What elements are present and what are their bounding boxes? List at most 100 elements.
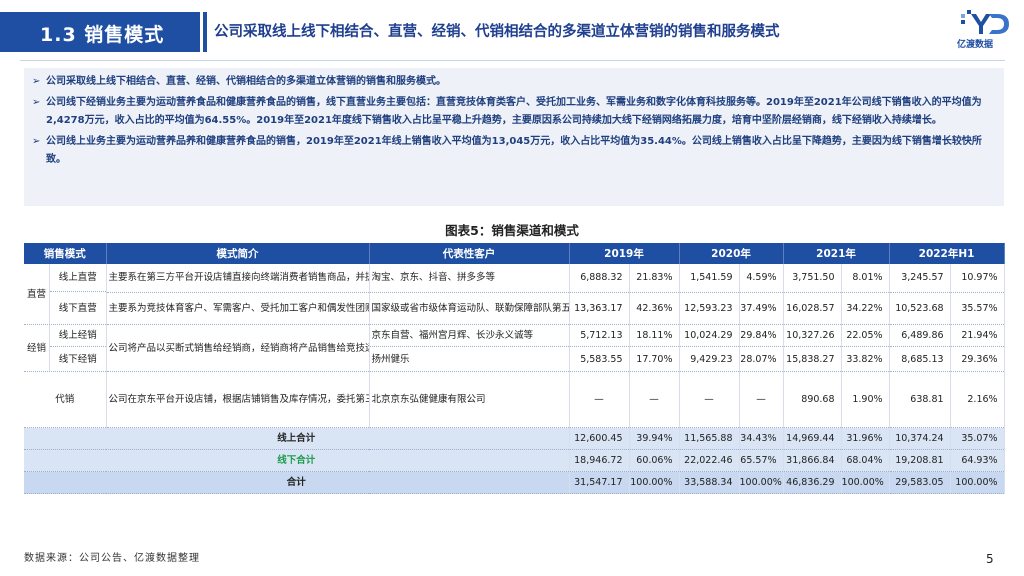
share-cell: 8.01% (841, 264, 890, 293)
share-cell: 64.93% (950, 449, 1005, 472)
value-cell: 33,588.34 (679, 471, 740, 494)
page-number: 5 (986, 552, 994, 566)
customer-cell: 国家级或省市级体育运动队、联勤保障部队第五采购服务站、幸福能量公司等 (369, 292, 570, 326)
bullet-text: 公司采取线上线下相结合、直营、经销、代销相结合的多渠道立体营销的销售和服务模式。 (46, 76, 446, 87)
section-badge: 1.3 销售模式 (0, 12, 200, 52)
value-cell: 19,208.81 (889, 449, 951, 472)
summary-label: 线上合计 (24, 427, 570, 450)
page-title: 公司采取线上线下相结合、直营、经销、代销相结合的多渠道立体营销的销售和服务模式 (214, 24, 780, 40)
share-cell: 34.43% (739, 427, 784, 450)
section-title: 1.3 销售模式 (40, 24, 165, 46)
share-cell: 35.57% (950, 292, 1005, 326)
value-cell: 31,866.84 (783, 449, 842, 472)
value-cell: 6,888.32 (569, 264, 630, 293)
data-source-note: 数据来源：公司公告、亿渡数据整理 (24, 553, 200, 564)
value-cell: 12,593.23 (679, 292, 740, 326)
logo-icon (961, 10, 1009, 34)
value-cell: 3,245.57 (889, 264, 951, 293)
share-cell: — (629, 371, 680, 428)
value-cell: 1,541.59 (679, 264, 740, 293)
share-cell: 37.49% (739, 292, 784, 326)
value-cell: 10,523.68 (889, 292, 951, 326)
share-cell: 10.97% (950, 264, 1005, 293)
brand-logo: 亿渡数据 (955, 8, 1015, 50)
value-cell: 10,374.24 (889, 427, 951, 450)
bullet-item: ➢ 公司采取线上线下相结合、直营、经销、代销相结合的多渠道立体营销的销售和服务模… (32, 73, 994, 91)
share-cell: 31.96% (841, 427, 890, 450)
share-cell: 100.00% (629, 471, 680, 494)
share-cell: 33.82% (841, 346, 890, 372)
col-header-2019: 2019年 (569, 243, 680, 264)
value-cell: — (679, 371, 740, 428)
figure-title: 图表5：销售渠道和模式 (445, 223, 579, 238)
value-cell: 22,022.46 (679, 449, 740, 472)
value-cell: 46,836.29 (783, 471, 842, 494)
sales-channel-table: 销售模式 模式简介 代表性客户 2019年 2020年 2021年 2022年H… (24, 243, 1005, 494)
summary-row-offline: 线下合计 18,946.72 60.06% 22,022.46 65.57% 3… (24, 449, 1005, 472)
table-row: 主要系为竞技体育客户、军需客户、受托加工客户和偶发性团购客户等提供运动营养、健康… (24, 292, 1005, 326)
bullet-text: 公司线上业务主要为运动营养品养和健康营养食品的销售，2019年至2021年线上销… (46, 136, 982, 165)
share-cell: 2.16% (950, 371, 1005, 428)
logo-text: 亿渡数据 (957, 40, 994, 50)
value-cell: 10,024.29 (679, 324, 740, 348)
share-cell: 35.07% (950, 427, 1005, 450)
group-label: 代销 (24, 371, 107, 428)
value-cell: 12,600.45 (569, 427, 630, 450)
mode-desc: 主要系为竞技体育客户、军需客户、受托加工客户和偶发性团购客户等提供运动营养、健康… (106, 292, 370, 326)
share-cell: 60.06% (629, 449, 680, 472)
col-header-mode: 销售模式 (24, 243, 107, 264)
share-cell: 18.11% (629, 324, 680, 348)
mode-desc: 公司将产品以买断式销售给经销商，经销商将产品销售给竞技运动人群和大众健身健康人群 (106, 324, 370, 372)
summary-bullets: ➢ 公司采取线上线下相结合、直营、经销、代销相结合的多渠道立体营销的销售和服务模… (24, 68, 1004, 206)
col-header-2020: 2020年 (679, 243, 784, 264)
page-header: 1.3 销售模式 公司采取线上线下相结合、直营、经销、代销相结合的多渠道立体营销… (0, 0, 1024, 62)
value-cell: 638.81 (889, 371, 951, 428)
sub-mode-label: 线上经销 (50, 325, 106, 347)
customer-cell: 淘宝、京东、抖音、拼多多等 (369, 264, 570, 293)
share-cell: 22.05% (841, 324, 890, 348)
bullet-text: 公司线下经销业务主要为运动营养食品和健康营养食品的销售，线下直营业务主要包括：直… (46, 97, 982, 126)
value-cell: 15,838.27 (783, 346, 842, 372)
mode-desc: 主要系在第三方平台开设店铺直接向终端消费者销售商品，并提供配送及退换货等服务 (106, 264, 370, 293)
group-direct-cell: 直营 线上直营 线下直营 (24, 264, 107, 325)
sub-mode-label: 线下经销 (58, 353, 97, 365)
value-cell: 16,028.57 (783, 292, 842, 326)
value-cell: 5,712.13 (569, 324, 630, 348)
share-cell: 100.00% (841, 471, 890, 494)
share-cell: 29.36% (950, 346, 1005, 372)
header-rule (20, 60, 1005, 61)
share-cell: 100.00% (950, 471, 1005, 494)
col-header-customer: 代表性客户 (369, 243, 570, 264)
share-cell: 21.83% (629, 264, 680, 293)
customer-cell: 扬州健乐 (369, 346, 570, 372)
share-cell: 34.22% (841, 292, 890, 326)
table-row: 代销 公司在京东平台开设店铺，根据店铺销售及库存情况，委托第三方物流将货物运送至… (24, 371, 1005, 428)
bullet-item: ➢ 公司线下经销业务主要为运动营养食品和健康营养食品的销售，线下直营业务主要包括… (32, 94, 994, 130)
value-cell: 13,363.17 (569, 292, 630, 326)
mode-desc: 公司在京东平台开设店铺，根据店铺销售及库存情况，委托第三方物流将货物运送至电商平… (106, 371, 370, 428)
col-header-2022h1: 2022年H1 (889, 243, 1005, 264)
share-cell: 29.84% (739, 324, 784, 348)
table-row: 经销 线上经销 线下经销 公司将产品以买断式销售给经销商，经销商将产品销售给竞技… (24, 324, 1005, 372)
share-cell: 65.57% (739, 449, 784, 472)
value-cell: 890.68 (783, 371, 842, 428)
value-cell: 5,583.55 (569, 346, 630, 372)
value-cell: 14,969.44 (783, 427, 842, 450)
share-cell: 42.36% (629, 292, 680, 326)
summary-row-online: 线上合计 12,600.45 39.94% 11,565.88 34.43% 1… (24, 427, 1005, 450)
value-cell: 29,583.05 (889, 471, 951, 494)
share-cell: 100.00% (739, 471, 784, 494)
share-cell: — (739, 371, 784, 428)
summary-row-total: 合计 31,547.17 100.00% 33,588.34 100.00% 4… (24, 471, 1005, 494)
value-cell: 3,751.50 (783, 264, 842, 293)
header-divider (203, 12, 207, 52)
group-dealer-cell: 经销 线上经销 线下经销 (24, 324, 107, 372)
share-cell: 68.04% (841, 449, 890, 472)
group-label: 经销 (24, 325, 50, 371)
arrow-icon: ➢ (32, 97, 41, 108)
share-cell: 28.07% (739, 346, 784, 372)
summary-label: 线下合计 (24, 449, 570, 472)
share-cell: 1.90% (841, 371, 890, 428)
share-cell: 39.94% (629, 427, 680, 450)
summary-label: 合计 (24, 471, 570, 494)
